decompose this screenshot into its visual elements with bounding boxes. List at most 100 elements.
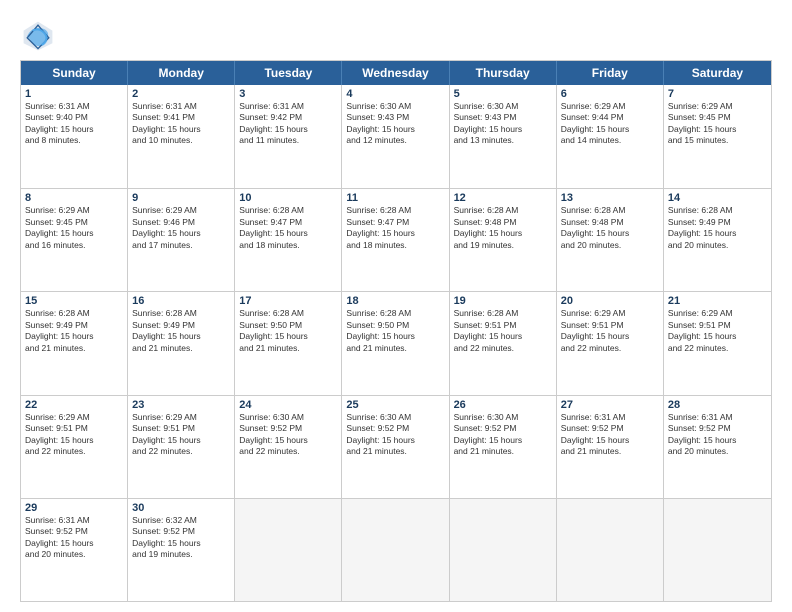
calendar-cell: 11Sunrise: 6:28 AMSunset: 9:47 PMDayligh… [342,189,449,291]
calendar-cell: 29Sunrise: 6:31 AMSunset: 9:52 PMDayligh… [21,499,128,601]
cell-info: Sunrise: 6:29 AMSunset: 9:45 PMDaylight:… [668,101,737,145]
day-number: 24 [239,399,337,411]
calendar-cell: 8Sunrise: 6:29 AMSunset: 9:45 PMDaylight… [21,189,128,291]
calendar-row: 1Sunrise: 6:31 AMSunset: 9:40 PMDaylight… [21,85,771,188]
cell-info: Sunrise: 6:28 AMSunset: 9:49 PMDaylight:… [25,308,94,352]
day-number: 2 [132,88,230,100]
cell-info: Sunrise: 6:28 AMSunset: 9:47 PMDaylight:… [239,205,308,249]
cell-info: Sunrise: 6:29 AMSunset: 9:44 PMDaylight:… [561,101,630,145]
calendar-cell: 9Sunrise: 6:29 AMSunset: 9:46 PMDaylight… [128,189,235,291]
cell-info: Sunrise: 6:31 AMSunset: 9:52 PMDaylight:… [668,412,737,456]
cell-info: Sunrise: 6:29 AMSunset: 9:51 PMDaylight:… [132,412,201,456]
header-day-saturday: Saturday [664,61,771,85]
header-day-thursday: Thursday [450,61,557,85]
logo-icon [20,18,56,54]
calendar-cell: 1Sunrise: 6:31 AMSunset: 9:40 PMDaylight… [21,85,128,188]
calendar-cell: 4Sunrise: 6:30 AMSunset: 9:43 PMDaylight… [342,85,449,188]
cell-info: Sunrise: 6:29 AMSunset: 9:51 PMDaylight:… [561,308,630,352]
day-number: 26 [454,399,552,411]
calendar-cell: 2Sunrise: 6:31 AMSunset: 9:41 PMDaylight… [128,85,235,188]
day-number: 30 [132,502,230,514]
cell-info: Sunrise: 6:28 AMSunset: 9:50 PMDaylight:… [346,308,415,352]
calendar-cell: 7Sunrise: 6:29 AMSunset: 9:45 PMDaylight… [664,85,771,188]
cell-info: Sunrise: 6:31 AMSunset: 9:41 PMDaylight:… [132,101,201,145]
calendar-cell: 26Sunrise: 6:30 AMSunset: 9:52 PMDayligh… [450,396,557,498]
calendar-header: SundayMondayTuesdayWednesdayThursdayFrid… [21,61,771,85]
cell-info: Sunrise: 6:28 AMSunset: 9:51 PMDaylight:… [454,308,523,352]
day-number: 17 [239,295,337,307]
calendar-cell: 21Sunrise: 6:29 AMSunset: 9:51 PMDayligh… [664,292,771,394]
calendar-cell: 17Sunrise: 6:28 AMSunset: 9:50 PMDayligh… [235,292,342,394]
day-number: 28 [668,399,767,411]
day-number: 7 [668,88,767,100]
calendar-cell [235,499,342,601]
calendar-cell: 30Sunrise: 6:32 AMSunset: 9:52 PMDayligh… [128,499,235,601]
cell-info: Sunrise: 6:30 AMSunset: 9:52 PMDaylight:… [239,412,308,456]
header-day-tuesday: Tuesday [235,61,342,85]
cell-info: Sunrise: 6:29 AMSunset: 9:45 PMDaylight:… [25,205,94,249]
day-number: 9 [132,192,230,204]
day-number: 15 [25,295,123,307]
calendar-cell: 25Sunrise: 6:30 AMSunset: 9:52 PMDayligh… [342,396,449,498]
calendar-cell [450,499,557,601]
day-number: 11 [346,192,444,204]
cell-info: Sunrise: 6:31 AMSunset: 9:42 PMDaylight:… [239,101,308,145]
cell-info: Sunrise: 6:29 AMSunset: 9:51 PMDaylight:… [25,412,94,456]
day-number: 4 [346,88,444,100]
day-number: 19 [454,295,552,307]
cell-info: Sunrise: 6:28 AMSunset: 9:49 PMDaylight:… [668,205,737,249]
day-number: 20 [561,295,659,307]
day-number: 13 [561,192,659,204]
calendar-cell: 13Sunrise: 6:28 AMSunset: 9:48 PMDayligh… [557,189,664,291]
day-number: 23 [132,399,230,411]
calendar-cell: 16Sunrise: 6:28 AMSunset: 9:49 PMDayligh… [128,292,235,394]
cell-info: Sunrise: 6:28 AMSunset: 9:50 PMDaylight:… [239,308,308,352]
cell-info: Sunrise: 6:32 AMSunset: 9:52 PMDaylight:… [132,515,201,559]
day-number: 3 [239,88,337,100]
calendar-cell: 18Sunrise: 6:28 AMSunset: 9:50 PMDayligh… [342,292,449,394]
day-number: 21 [668,295,767,307]
calendar-row: 8Sunrise: 6:29 AMSunset: 9:45 PMDaylight… [21,188,771,291]
day-number: 16 [132,295,230,307]
calendar-body: 1Sunrise: 6:31 AMSunset: 9:40 PMDaylight… [21,85,771,601]
day-number: 10 [239,192,337,204]
logo [20,18,60,54]
calendar-row: 15Sunrise: 6:28 AMSunset: 9:49 PMDayligh… [21,291,771,394]
day-number: 25 [346,399,444,411]
calendar-cell: 12Sunrise: 6:28 AMSunset: 9:48 PMDayligh… [450,189,557,291]
day-number: 6 [561,88,659,100]
cell-info: Sunrise: 6:31 AMSunset: 9:52 PMDaylight:… [25,515,94,559]
cell-info: Sunrise: 6:30 AMSunset: 9:52 PMDaylight:… [454,412,523,456]
calendar-cell: 6Sunrise: 6:29 AMSunset: 9:44 PMDaylight… [557,85,664,188]
day-number: 18 [346,295,444,307]
calendar-row: 29Sunrise: 6:31 AMSunset: 9:52 PMDayligh… [21,498,771,601]
calendar-cell: 23Sunrise: 6:29 AMSunset: 9:51 PMDayligh… [128,396,235,498]
calendar-cell: 14Sunrise: 6:28 AMSunset: 9:49 PMDayligh… [664,189,771,291]
day-number: 12 [454,192,552,204]
day-number: 29 [25,502,123,514]
calendar-cell: 22Sunrise: 6:29 AMSunset: 9:51 PMDayligh… [21,396,128,498]
calendar-cell [342,499,449,601]
header-day-friday: Friday [557,61,664,85]
cell-info: Sunrise: 6:31 AMSunset: 9:40 PMDaylight:… [25,101,94,145]
header-day-monday: Monday [128,61,235,85]
day-number: 14 [668,192,767,204]
day-number: 22 [25,399,123,411]
calendar-cell: 10Sunrise: 6:28 AMSunset: 9:47 PMDayligh… [235,189,342,291]
calendar-cell: 3Sunrise: 6:31 AMSunset: 9:42 PMDaylight… [235,85,342,188]
day-number: 27 [561,399,659,411]
cell-info: Sunrise: 6:28 AMSunset: 9:48 PMDaylight:… [561,205,630,249]
header-day-sunday: Sunday [21,61,128,85]
day-number: 1 [25,88,123,100]
day-number: 8 [25,192,123,204]
calendar-cell: 28Sunrise: 6:31 AMSunset: 9:52 PMDayligh… [664,396,771,498]
calendar: SundayMondayTuesdayWednesdayThursdayFrid… [20,60,772,602]
calendar-cell: 19Sunrise: 6:28 AMSunset: 9:51 PMDayligh… [450,292,557,394]
cell-info: Sunrise: 6:30 AMSunset: 9:52 PMDaylight:… [346,412,415,456]
cell-info: Sunrise: 6:28 AMSunset: 9:48 PMDaylight:… [454,205,523,249]
calendar-row: 22Sunrise: 6:29 AMSunset: 9:51 PMDayligh… [21,395,771,498]
cell-info: Sunrise: 6:28 AMSunset: 9:49 PMDaylight:… [132,308,201,352]
calendar-cell: 5Sunrise: 6:30 AMSunset: 9:43 PMDaylight… [450,85,557,188]
cell-info: Sunrise: 6:29 AMSunset: 9:46 PMDaylight:… [132,205,201,249]
calendar-cell [664,499,771,601]
